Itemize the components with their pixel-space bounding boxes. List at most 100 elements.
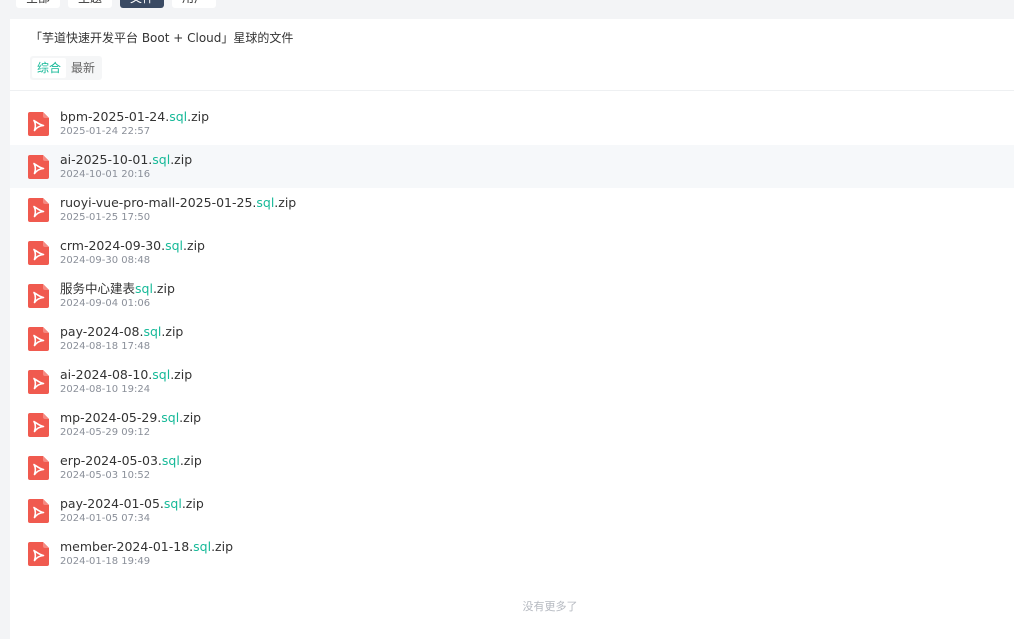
pdf-icon [28, 197, 49, 222]
file-name-highlight: sql [143, 324, 162, 339]
file-name-highlight: sql [256, 195, 275, 210]
file-timestamp: 2025-01-25 17:50 [60, 212, 151, 223]
pdf-icon [28, 455, 49, 480]
file-name-suffix: .zip [274, 195, 297, 210]
pdf-icon [28, 369, 49, 394]
file-name-suffix: .zip [183, 238, 205, 253]
file-name-highlight: sql [193, 539, 212, 554]
file-list-item[interactable]: pay-2024-08.sql.zip 2024-08-18 17:48 [10, 317, 1014, 360]
file-name-prefix: pay-2024-08. [60, 324, 144, 339]
pdf-icon [28, 111, 49, 136]
file-name-prefix: ai-2025-10-01. [60, 152, 153, 167]
file-timestamp: 2024-10-01 20:16 [60, 169, 151, 180]
file-name-prefix: 服务中心建表 [60, 281, 136, 296]
file-name-highlight: sql [161, 453, 180, 468]
file-name-highlight: sql [161, 410, 180, 425]
file-text: bpm-2025-01-24.sql.zip 2025-01-24 22:57 [60, 109, 209, 138]
file-name-prefix: ai-2024-08-10. [60, 367, 153, 382]
pdf-icon [28, 154, 49, 179]
file-name[interactable]: ai-2024-08-10.sql.zip [60, 367, 192, 382]
no-more-text: 没有更多了 [522, 600, 578, 613]
file-list-item[interactable]: erp-2024-05-03.sql.zip 2024-05-03 10:52 [10, 446, 1014, 489]
file-name-suffix: .zip [170, 152, 193, 167]
file-timestamp: 2024-01-05 07:34 [60, 513, 151, 524]
file-list-item[interactable]: crm-2024-09-30.sql.zip 2024-09-30 08:48 [10, 231, 1014, 274]
sort-tab-comprehensive[interactable]: 综合 [32, 58, 67, 78]
file-name[interactable]: member-2024-01-18.sql.zip [60, 539, 233, 554]
page-title: 「芋道快速开发平台 Boot + Cloud」星球的文件 [30, 31, 294, 45]
file-name-highlight: sql [169, 109, 188, 124]
file-name[interactable]: ruoyi-vue-pro-mall-2025-01-25.sql.zip [60, 195, 296, 210]
tab-users[interactable]: 用户 [172, 0, 217, 8]
file-text: ai-2024-08-10.sql.zip 2024-08-10 19:24 [60, 367, 192, 396]
file-timestamp: 2024-08-10 19:24 [60, 384, 151, 395]
file-text: mp-2024-05-29.sql.zip 2024-05-29 09:12 [60, 410, 201, 439]
file-name-prefix: bpm-2025-01-24. [60, 109, 170, 124]
file-name-highlight: sql [163, 496, 182, 511]
file-text: member-2024-01-18.sql.zip 2024-01-18 19:… [60, 539, 233, 568]
file-list-item[interactable]: member-2024-01-18.sql.zip 2024-01-18 19:… [10, 532, 1014, 575]
pdf-icon [28, 412, 49, 437]
file-name[interactable]: 服务中心建表sql.zip [60, 281, 175, 296]
file-name[interactable]: pay-2024-01-05.sql.zip [60, 496, 204, 511]
file-list-item[interactable]: bpm-2025-01-24.sql.zip 2025-01-24 22:57 [10, 102, 1014, 145]
tab-files[interactable]: 文件 [120, 0, 165, 8]
file-name[interactable]: ai-2025-10-01.sql.zip [60, 152, 192, 167]
file-list-item[interactable]: ai-2024-08-10.sql.zip 2024-08-10 19:24 [10, 360, 1014, 403]
file-timestamp: 2024-05-29 09:12 [60, 427, 151, 438]
tab-topics[interactable]: 主题 [68, 0, 113, 8]
files-panel: 「芋道快速开发平台 Boot + Cloud」星球的文件 综合 最新 bpm-2… [10, 19, 1014, 639]
file-name[interactable]: bpm-2025-01-24.sql.zip [60, 109, 209, 124]
file-name-suffix: .zip [170, 367, 193, 382]
file-name-prefix: erp-2024-05-03. [60, 453, 162, 468]
file-list-item[interactable]: 服务中心建表sql.zip 2024-09-04 01:06 [10, 274, 1014, 317]
pdf-icon [28, 498, 49, 523]
file-name-suffix: .zip [211, 539, 234, 554]
file-name-prefix: mp-2024-05-29. [60, 410, 162, 425]
sort-tab-latest[interactable]: 最新 [66, 58, 100, 78]
file-name-highlight: sql [165, 238, 184, 253]
pdf-icon [28, 283, 49, 308]
pdf-icon [28, 326, 49, 351]
tab-all[interactable]: 全部 [16, 0, 61, 8]
file-name[interactable]: pay-2024-08.sql.zip [60, 324, 183, 339]
file-name-suffix: .zip [179, 410, 202, 425]
file-name-highlight: sql [135, 281, 153, 296]
file-text: ruoyi-vue-pro-mall-2025-01-25.sql.zip 20… [60, 195, 296, 224]
file-timestamp: 2024-08-18 17:48 [60, 341, 151, 352]
file-list-item[interactable]: ruoyi-vue-pro-mall-2025-01-25.sql.zip 20… [10, 188, 1014, 231]
file-name[interactable]: crm-2024-09-30.sql.zip [60, 238, 205, 253]
file-name[interactable]: mp-2024-05-29.sql.zip [60, 410, 201, 425]
panel-header: 「芋道快速开发平台 Boot + Cloud」星球的文件 综合 最新 [10, 19, 1014, 91]
pdf-icon [28, 240, 49, 265]
file-name-prefix: pay-2024-01-05. [60, 496, 164, 511]
file-timestamp: 2025-01-24 22:57 [60, 126, 151, 137]
file-name-prefix: crm-2024-09-30. [60, 238, 166, 253]
file-name[interactable]: erp-2024-05-03.sql.zip [60, 453, 202, 468]
file-list-item[interactable]: mp-2024-05-29.sql.zip 2024-05-29 09:12 [10, 403, 1014, 446]
file-name-suffix: .zip [152, 281, 175, 296]
file-text: crm-2024-09-30.sql.zip 2024-09-30 08:48 [60, 238, 205, 267]
file-name-highlight: sql [152, 152, 171, 167]
file-list-item[interactable]: pay-2024-01-05.sql.zip 2024-01-05 07:34 [10, 489, 1014, 532]
file-text: erp-2024-05-03.sql.zip 2024-05-03 10:52 [60, 453, 202, 482]
file-text: pay-2024-08.sql.zip 2024-08-18 17:48 [60, 324, 183, 353]
file-name-suffix: .zip [179, 453, 202, 468]
sort-tabs: 综合 最新 [30, 56, 103, 80]
file-name-suffix: .zip [181, 496, 204, 511]
file-text: 服务中心建表sql.zip 2024-09-04 01:06 [60, 281, 175, 310]
file-timestamp: 2024-01-18 19:49 [60, 556, 151, 567]
file-text: pay-2024-01-05.sql.zip 2024-01-05 07:34 [60, 496, 204, 525]
file-name-prefix: member-2024-01-18. [60, 539, 194, 554]
file-list: bpm-2025-01-24.sql.zip 2025-01-24 22:57 … [10, 91, 1014, 575]
file-name-highlight: sql [152, 367, 171, 382]
file-timestamp: 2024-05-03 10:52 [60, 470, 151, 481]
file-text: ai-2025-10-01.sql.zip 2024-10-01 20:16 [60, 152, 192, 181]
pdf-icon [28, 541, 49, 566]
file-name-suffix: .zip [161, 324, 184, 339]
file-list-item[interactable]: ai-2025-10-01.sql.zip 2024-10-01 20:16 [10, 145, 1014, 188]
file-name-suffix: .zip [187, 109, 210, 124]
top-tabs: 全部 主题 文件 用户 [16, 0, 217, 8]
file-name-prefix: ruoyi-vue-pro-mall-2025-01-25. [60, 195, 257, 210]
file-timestamp: 2024-09-30 08:48 [60, 255, 151, 266]
